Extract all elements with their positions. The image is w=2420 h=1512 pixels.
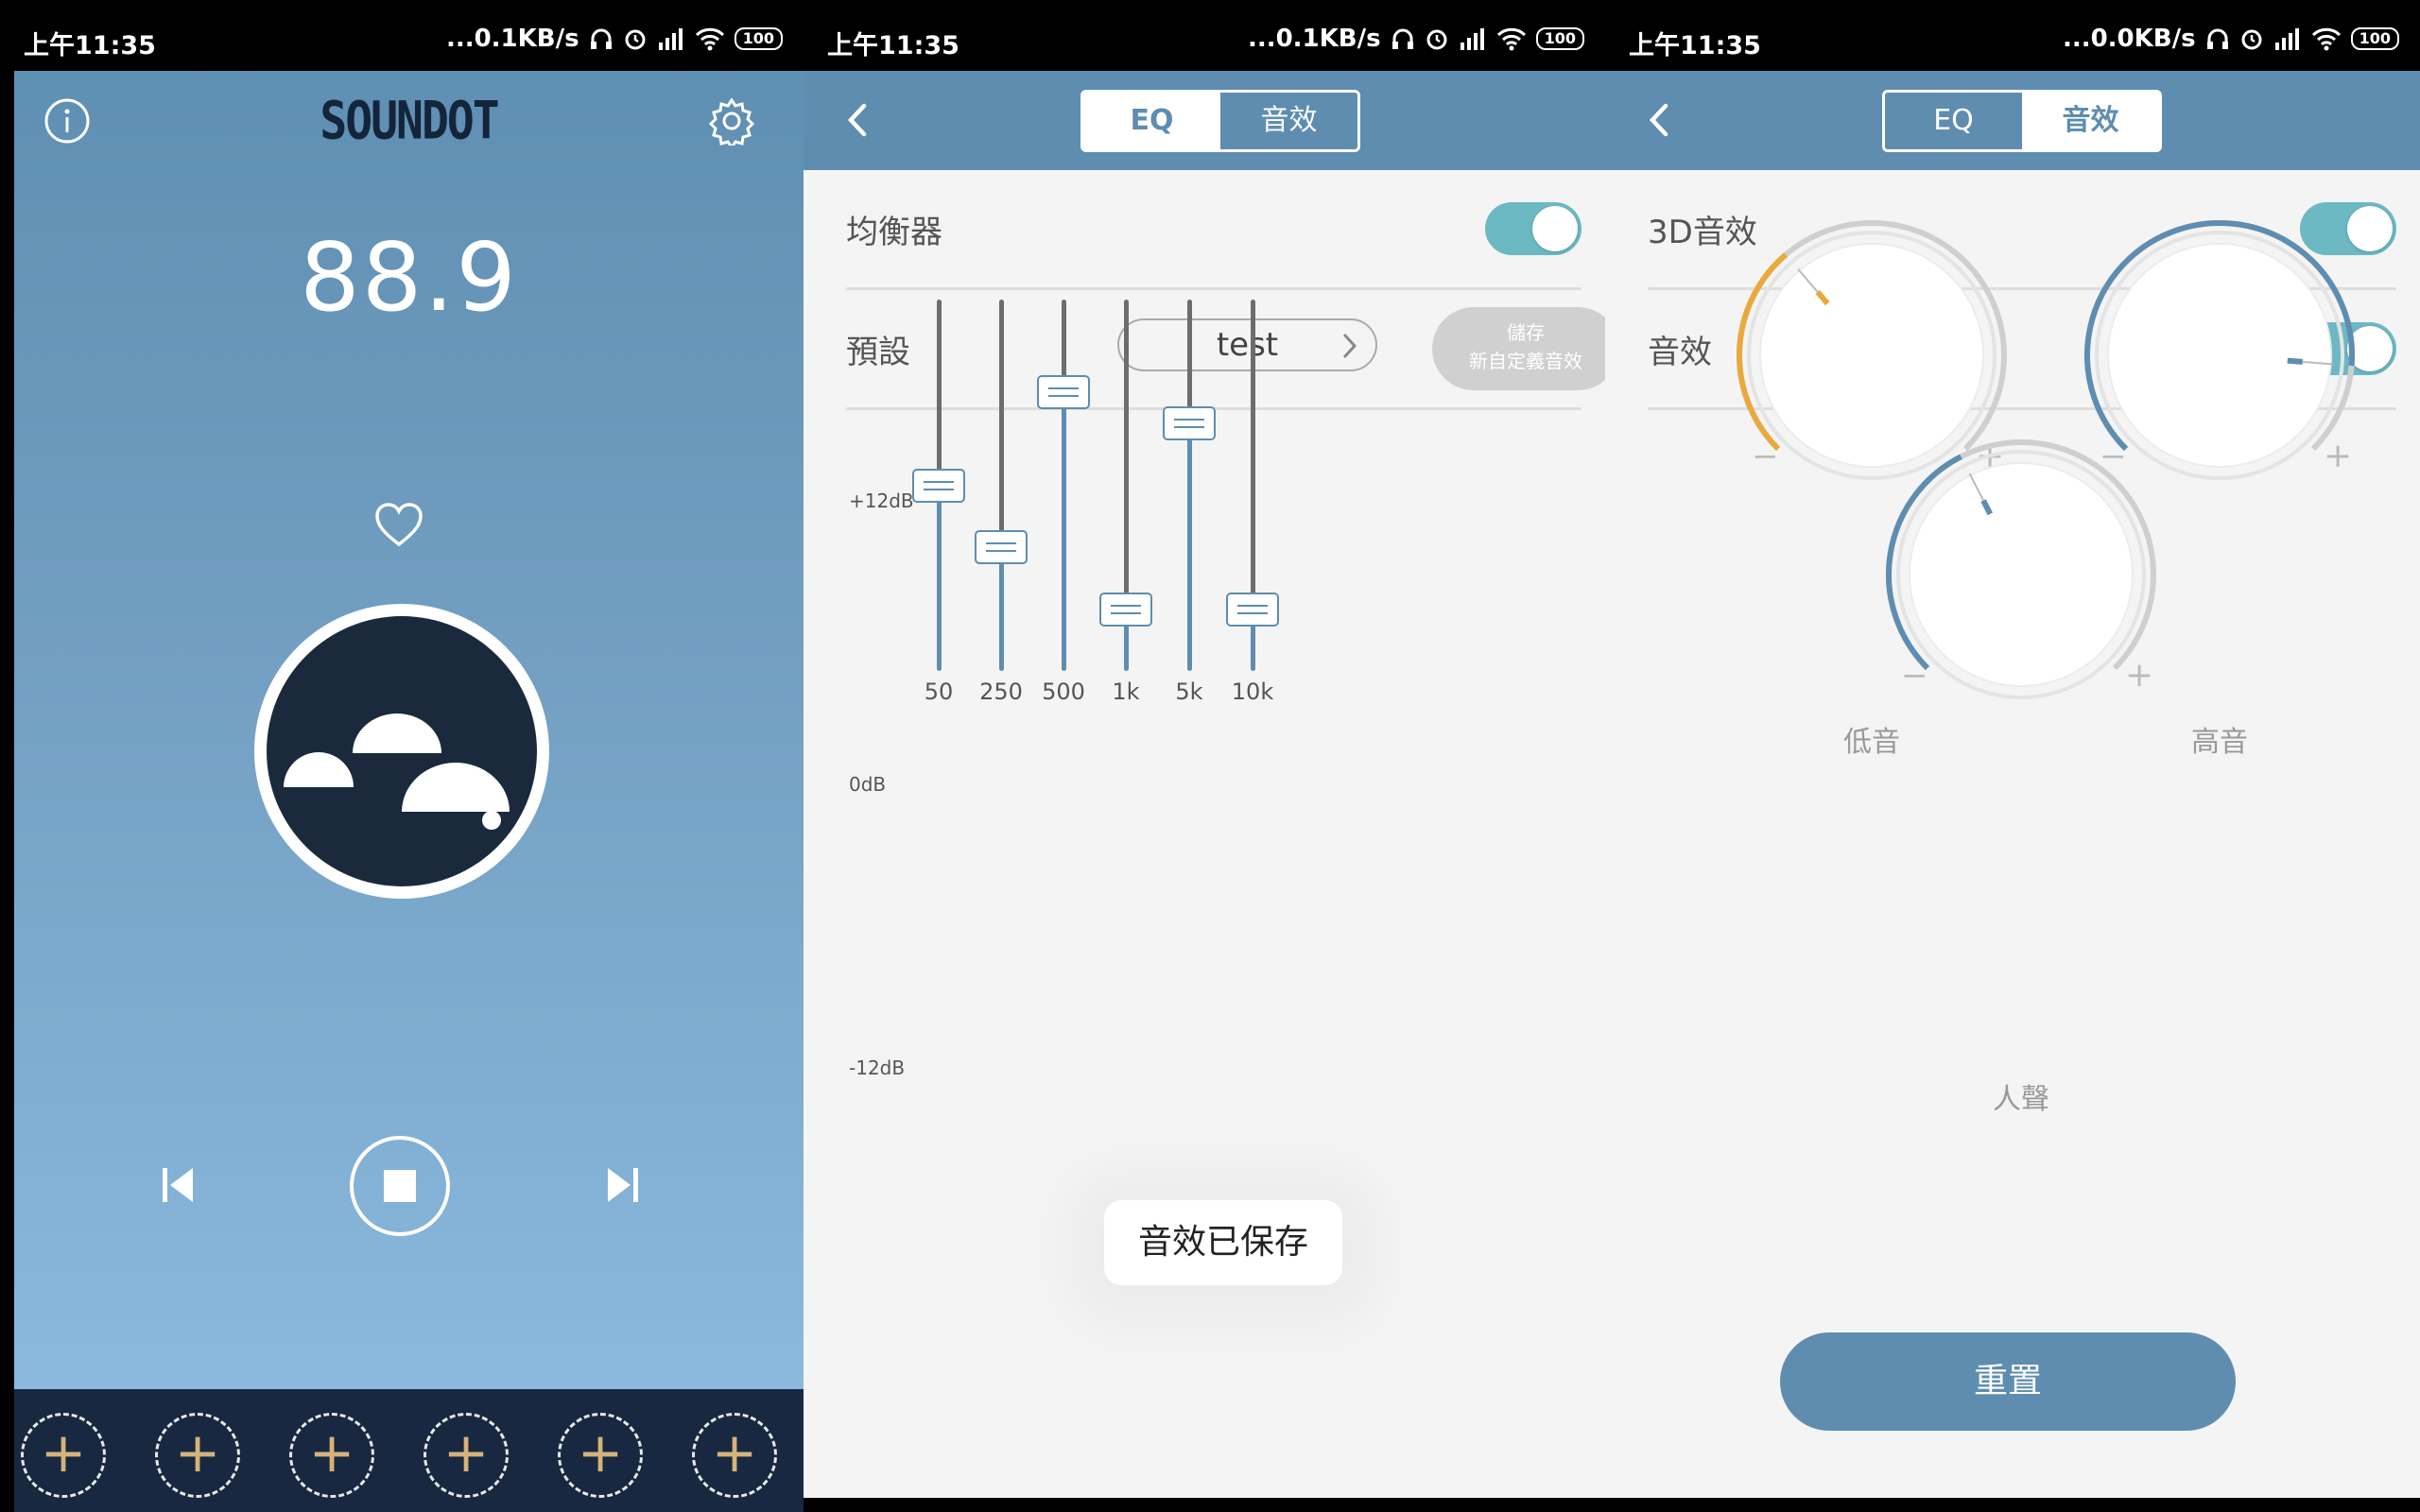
eq-band-track-filled[interactable] [937,485,942,671]
next-track-icon[interactable] [604,1164,642,1206]
knob-plus-label: + [2125,656,2153,695]
stop-button[interactable] [348,1134,452,1238]
headphone-icon [1392,28,1413,49]
soundot-device-artwork [254,604,549,899]
eq-band-thumb[interactable] [975,530,1028,564]
eq-band-track[interactable] [1187,300,1192,423]
knob-face [1909,462,2134,687]
tab-eq[interactable]: EQ [1885,93,2022,149]
eq-band-track[interactable] [999,300,1004,547]
eq-band-thumb[interactable] [1037,375,1090,410]
status-time: 上午11:35 [1629,31,1761,60]
add-preset-slot[interactable]: + [155,1413,240,1498]
phone-eq: 上午11:35 ...0.1KB/s 100 EQ 音效 均衡器 預設 test [804,0,1619,1512]
saved-toast: 音效已保存 [1104,1200,1342,1285]
eq-band-track[interactable] [1124,300,1129,610]
add-preset-slot[interactable]: + [692,1413,777,1498]
db-min-label: -12dB [849,1057,906,1079]
knob-minus-label: − [1752,438,1779,475]
eq-band-track-filled[interactable] [999,547,1004,671]
signal-icon [2274,28,2299,50]
equalizer-row: 均衡器 [846,170,1582,290]
status-bar: 上午11:35 ...0.1KB/s 100 [0,0,804,71]
chevron-right-icon [1342,333,1357,359]
settings-gear-icon[interactable] [707,96,756,146]
preset-value: test [1216,326,1279,364]
frequency-display: 88.9 [300,222,518,333]
effects-content: 3D音效 音效 − + − + − + 低音 高音 人聲 重置 [1605,170,2420,1498]
effects-header: EQ 音效 [1605,71,2420,170]
tab-effects[interactable]: 音效 [2022,93,2159,149]
eq-effect-tab-switch: EQ 音效 [1882,90,2162,152]
battery-icon: 100 [1535,27,1584,50]
status-time: 上午11:35 [827,31,959,60]
sound-effect-label: 音效 [1648,334,1712,371]
add-preset-slot[interactable]: + [289,1413,374,1498]
knob-plus-label: + [2324,437,2352,475]
status-bar: 上午11:35 ...0.0KB/s 100 [1605,0,2420,71]
status-time: 上午11:35 [24,31,156,60]
signal-icon [1460,28,1484,50]
eq-band-thumb[interactable] [912,468,965,503]
eq-band-thumb[interactable] [1099,592,1152,627]
battery-icon: 100 [2350,27,2399,50]
status-bar: 上午11:35 ...0.1KB/s 100 [804,0,1605,71]
bass-label: 低音 [1843,726,1900,759]
headphone-icon [590,28,612,49]
wifi-icon [1496,27,1526,51]
back-arrow-icon[interactable] [1634,94,1685,146]
eq-band-thumb[interactable] [1163,406,1216,440]
save-label-line1: 儲存 [1507,321,1545,344]
headphone-icon [2206,28,2228,49]
eq-band-track[interactable] [937,300,942,486]
preset-slot-bar: + + + + + + [14,1389,804,1512]
alarm-icon [625,29,646,50]
equalizer-label: 均衡器 [846,214,942,251]
tab-eq[interactable]: EQ [1083,93,1220,149]
preset-selector[interactable]: test [1117,318,1377,371]
battery-icon: 100 [734,27,783,50]
eq-content: 均衡器 預設 test 儲存 新自定義音效 +12dB 0dB -12dB 50… [804,170,1619,1498]
treble-label: 高音 [2191,726,2248,759]
phone-effects: 上午11:35 ...0.0KB/s 100 EQ 音效 3D音效 音效 − + −… [1605,0,2420,1512]
network-speed: ...0.1KB/s [445,25,579,53]
add-preset-slot[interactable]: + [424,1413,509,1498]
favorite-heart-icon[interactable] [373,501,424,550]
network-speed: ...0.1KB/s [1247,25,1381,53]
wifi-icon [695,27,724,51]
db-zero-label: 0dB [849,773,887,796]
knob-minus-label: − [1901,657,1928,695]
preset-row: 預設 test 儲存 新自定義音效 [846,290,1619,410]
eq-band-thumb[interactable] [1226,592,1279,627]
equalizer-toggle[interactable] [1485,202,1582,255]
tab-effects[interactable]: 音效 [1220,93,1357,149]
alarm-icon [2241,29,2262,50]
signal-icon [658,28,683,50]
back-arrow-icon[interactable] [832,94,884,146]
db-max-label: +12dB [849,490,914,512]
save-custom-preset-button[interactable]: 儲存 新自定義音效 [1432,307,1619,390]
alarm-icon [1426,29,1447,50]
previous-track-icon[interactable] [159,1164,197,1206]
app-logo: SOUNDOT [320,90,499,152]
preset-label: 預設 [846,334,910,371]
add-preset-slot[interactable]: + [558,1413,643,1498]
wifi-icon [2311,27,2341,51]
knob-pointer [2287,357,2303,365]
player-screen: SOUNDOT 88.9 [14,71,804,1389]
network-speed: ...0.0KB/s [2062,25,2196,53]
reset-button[interactable]: 重置 [1780,1332,2236,1431]
save-label-line2: 新自定義音效 [1469,350,1582,372]
eq-band-frequency-label: 10k [1231,679,1274,705]
eq-band-track-filled[interactable] [1187,423,1192,671]
phone-player: 上午11:35 ...0.1KB/s 100 SOUNDOT 88.9 + + … [0,0,804,1512]
eq-band-track[interactable] [1251,300,1255,610]
eq-band-track-filled[interactable] [1062,392,1066,671]
add-preset-slot[interactable]: + [21,1413,106,1498]
vocal-knob[interactable]: − + [1879,433,2163,716]
vocal-label: 人聲 [1993,1083,2049,1116]
eq-header: EQ 音效 [804,71,1605,170]
eq-effect-tab-switch: EQ 音效 [1080,90,1360,152]
